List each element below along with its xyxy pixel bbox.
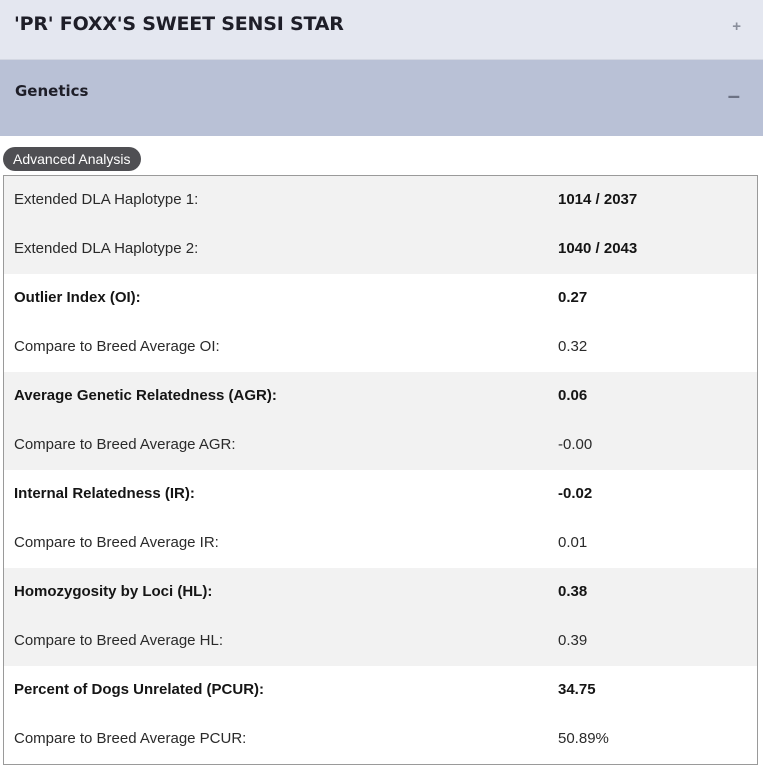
row-label: Extended DLA Haplotype 2: [14,240,199,257]
genetics-section-header[interactable]: Genetics – [0,60,763,136]
row-label: Extended DLA Haplotype 1: [14,191,199,208]
row-label: Compare to Breed Average IR: [14,534,219,551]
table-row: Extended DLA Haplotype 1: 1014 / 2037 [4,176,757,225]
table-row: Compare to Breed Average AGR: -0.00 [4,421,757,470]
row-label: Percent of Dogs Unrelated (PCUR): [14,681,265,698]
row-label: Internal Relatedness (IR): [14,485,195,502]
row-value: 1040 / 2043 [558,240,638,257]
dog-name-title: 'PR' FOXX'S SWEET SENSI STAR [14,13,344,35]
row-value: 0.06 [558,387,588,404]
table-row: Extended DLA Haplotype 2: 1040 / 2043 [4,225,757,274]
row-value: 34.75 [558,681,596,698]
table-row: Compare to Breed Average OI: 0.32 [4,323,757,372]
row-value: 0.38 [558,583,588,600]
row-label: Compare to Breed Average HL: [14,632,224,649]
row-value: 50.89% [558,730,609,747]
row-label: Homozygosity by Loci (HL): [14,583,213,600]
minus-icon[interactable]: – [728,84,740,108]
dog-name-panel-header[interactable]: 'PR' FOXX'S SWEET SENSI STAR + [0,0,763,60]
row-value: -0.00 [558,436,593,453]
row-label: Compare to Breed Average PCUR: [14,730,247,747]
row-label: Compare to Breed Average AGR: [14,436,236,453]
table-row: Outlier Index (OI): 0.27 [4,274,757,323]
row-value: 0.32 [558,338,588,355]
row-value: 1014 / 2037 [558,191,638,208]
table-row: Internal Relatedness (IR): -0.02 [4,470,757,519]
table-row: Compare to Breed Average HL: 0.39 [4,617,757,666]
table-row: Homozygosity by Loci (HL): 0.38 [4,568,757,617]
table-row: Average Genetic Relatedness (AGR): 0.06 [4,372,757,421]
table-row: Compare to Breed Average PCUR: 50.89% [4,715,757,764]
plus-icon[interactable]: + [732,17,741,37]
table-row: Percent of Dogs Unrelated (PCUR): 34.75 [4,666,757,715]
table-row: Compare to Breed Average IR: 0.01 [4,519,757,568]
row-label: Compare to Breed Average OI: [14,338,220,355]
genetics-section-title: Genetics [15,82,89,100]
row-value: 0.39 [558,632,588,649]
genetics-data-table: Extended DLA Haplotype 1: 1014 / 2037 Ex… [3,175,758,765]
row-value: 0.27 [558,289,588,306]
row-value: -0.02 [558,485,593,502]
row-label: Average Genetic Relatedness (AGR): [14,387,277,404]
row-label: Outlier Index (OI): [14,289,141,306]
advanced-analysis-badge: Advanced Analysis [3,147,141,171]
row-value: 0.01 [558,534,588,551]
